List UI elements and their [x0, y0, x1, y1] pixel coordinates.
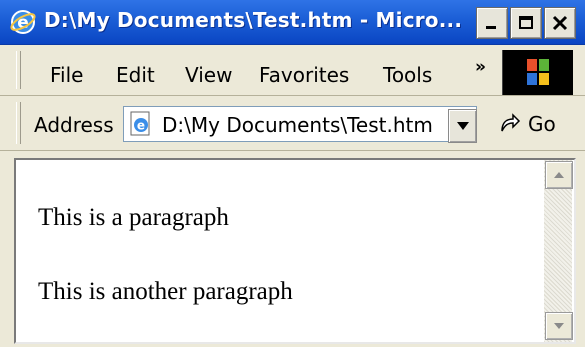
ie-icon: e: [10, 9, 36, 35]
windows-logo: [502, 50, 573, 95]
window-title: D:\My Documents\Test.htm - Micro...: [44, 8, 463, 32]
paragraph-1: This is a paragraph: [38, 204, 229, 231]
go-label: Go: [528, 112, 556, 136]
windows-flag-icon: [527, 59, 549, 85]
go-button[interactable]: Go: [496, 106, 576, 142]
paragraph-2: This is another paragraph: [38, 278, 293, 305]
minimize-icon: [486, 26, 496, 29]
address-grip[interactable]: [16, 102, 21, 144]
menu-bar: File Edit View Favorites Tools »: [0, 45, 585, 96]
arrow-up-icon: [554, 172, 564, 178]
document-content: This is a paragraph This is another para…: [16, 160, 544, 342]
page-icon: e: [128, 111, 154, 137]
scroll-down-button[interactable]: [545, 312, 573, 340]
menu-edit[interactable]: Edit: [116, 63, 155, 87]
menu-view[interactable]: View: [185, 63, 232, 87]
address-input[interactable]: D:\My Documents\Test.htm: [162, 113, 433, 137]
address-label: Address: [34, 113, 114, 137]
address-dropdown-button[interactable]: [448, 109, 477, 143]
chevron-down-icon: [456, 122, 469, 130]
toolbar-grip[interactable]: [16, 51, 21, 89]
menu-tools[interactable]: Tools: [383, 63, 432, 87]
menu-favorites[interactable]: Favorites: [259, 63, 349, 87]
title-bar[interactable]: e D:\My Documents\Test.htm - Micro...: [0, 0, 585, 45]
arrow-down-icon: [554, 323, 564, 329]
maximize-button[interactable]: [510, 7, 542, 39]
minimize-button[interactable]: [476, 7, 508, 39]
scroll-up-button[interactable]: [545, 161, 573, 189]
maximize-icon: [519, 16, 533, 29]
close-button[interactable]: [544, 7, 576, 39]
page-viewport: This is a paragraph This is another para…: [14, 158, 576, 344]
vertical-scrollbar[interactable]: [544, 160, 573, 342]
go-arrow-icon: [501, 113, 521, 132]
svg-text:e: e: [137, 119, 145, 133]
more-menus-chevron[interactable]: »: [475, 57, 486, 77]
browser-window: e D:\My Documents\Test.htm - Micro... Fi…: [0, 0, 585, 347]
address-field[interactable]: e D:\My Documents\Test.htm: [123, 106, 477, 142]
menu-file[interactable]: File: [50, 63, 83, 87]
close-icon: [552, 15, 568, 31]
